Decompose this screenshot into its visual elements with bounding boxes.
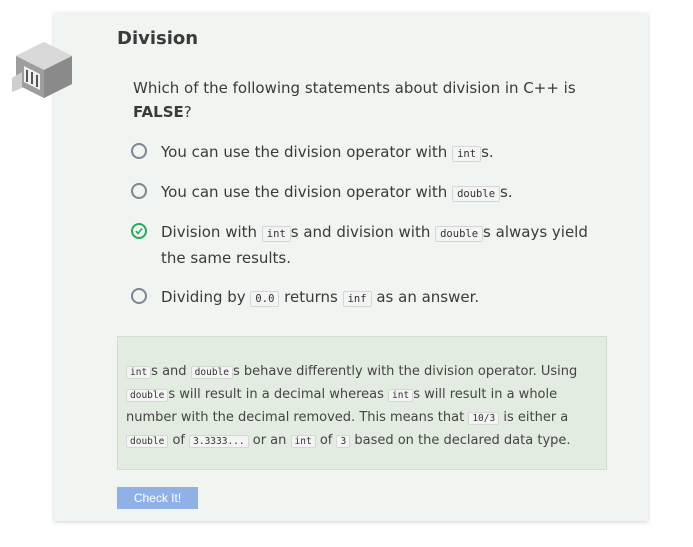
- option-text: Division with: [161, 223, 262, 241]
- code-snippet: int: [126, 366, 152, 379]
- page-title: Division: [117, 28, 199, 49]
- feedback-segment: s and: [151, 364, 191, 379]
- code-snippet: double: [190, 366, 233, 379]
- option-text: returns: [279, 288, 343, 306]
- feedback-segment: is either a: [499, 410, 569, 425]
- code-snippet: 0.0: [250, 291, 280, 307]
- option-label: Dividing by 0.0 returns inf as an answer…: [161, 285, 601, 311]
- feedback-panel: int s and double s behave differently with…: [117, 336, 607, 470]
- feedback-segment: s will result in a decimal whereas: [168, 387, 389, 402]
- feedback-segment: or an: [248, 433, 291, 448]
- feedback-segment: s behave differently with the division o…: [233, 364, 578, 379]
- feedback-segment: of: [168, 433, 190, 448]
- radio-button[interactable]: [131, 288, 147, 304]
- feedback-text: int s and double s behave differently with…: [126, 361, 600, 453]
- radio-button[interactable]: [131, 143, 147, 159]
- feedback-segment: of: [315, 433, 337, 448]
- code-snippet: int: [452, 146, 482, 162]
- checkmark-icon: [135, 228, 143, 235]
- question-text: Which of the following statements about …: [133, 76, 593, 124]
- option-text: You can use the division operator with: [161, 183, 453, 201]
- code-snippet: 3.3333...: [189, 435, 249, 448]
- question-emphasis: FALSE: [133, 103, 184, 121]
- code-snippet: 3: [336, 435, 351, 448]
- option-label: You can use the division operator with d…: [161, 180, 601, 206]
- question-body: Which of the following statements about …: [133, 79, 576, 97]
- radio-button[interactable]: [131, 183, 147, 199]
- code-snippet: inf: [342, 291, 372, 307]
- option-text: s and division with: [290, 223, 436, 241]
- code-snippet: double: [435, 226, 484, 242]
- option-text: You can use the division operator with: [161, 143, 453, 161]
- option-text: s.: [500, 183, 513, 201]
- code-snippet: int: [388, 389, 414, 402]
- code-snippet: double: [452, 186, 501, 202]
- feedback-segment: based on the declared data type.: [350, 433, 571, 448]
- codio-logo-icon: [12, 42, 72, 98]
- option-label: Division with int s and division with dou…: [161, 220, 601, 270]
- code-snippet: 10/3: [468, 412, 500, 425]
- code-snippet: int: [290, 435, 316, 448]
- code-snippet: double: [126, 435, 169, 448]
- option-text: s.: [481, 143, 494, 161]
- question-suffix: ?: [183, 103, 192, 121]
- option-text: Dividing by: [161, 288, 251, 306]
- code-snippet: int: [261, 226, 291, 242]
- check-it-button[interactable]: Check It!: [117, 487, 198, 509]
- option-text: as an answer.: [371, 288, 480, 306]
- option-label: You can use the division operator with i…: [161, 140, 601, 166]
- code-snippet: double: [126, 389, 169, 402]
- check-circle-icon[interactable]: [131, 223, 147, 239]
